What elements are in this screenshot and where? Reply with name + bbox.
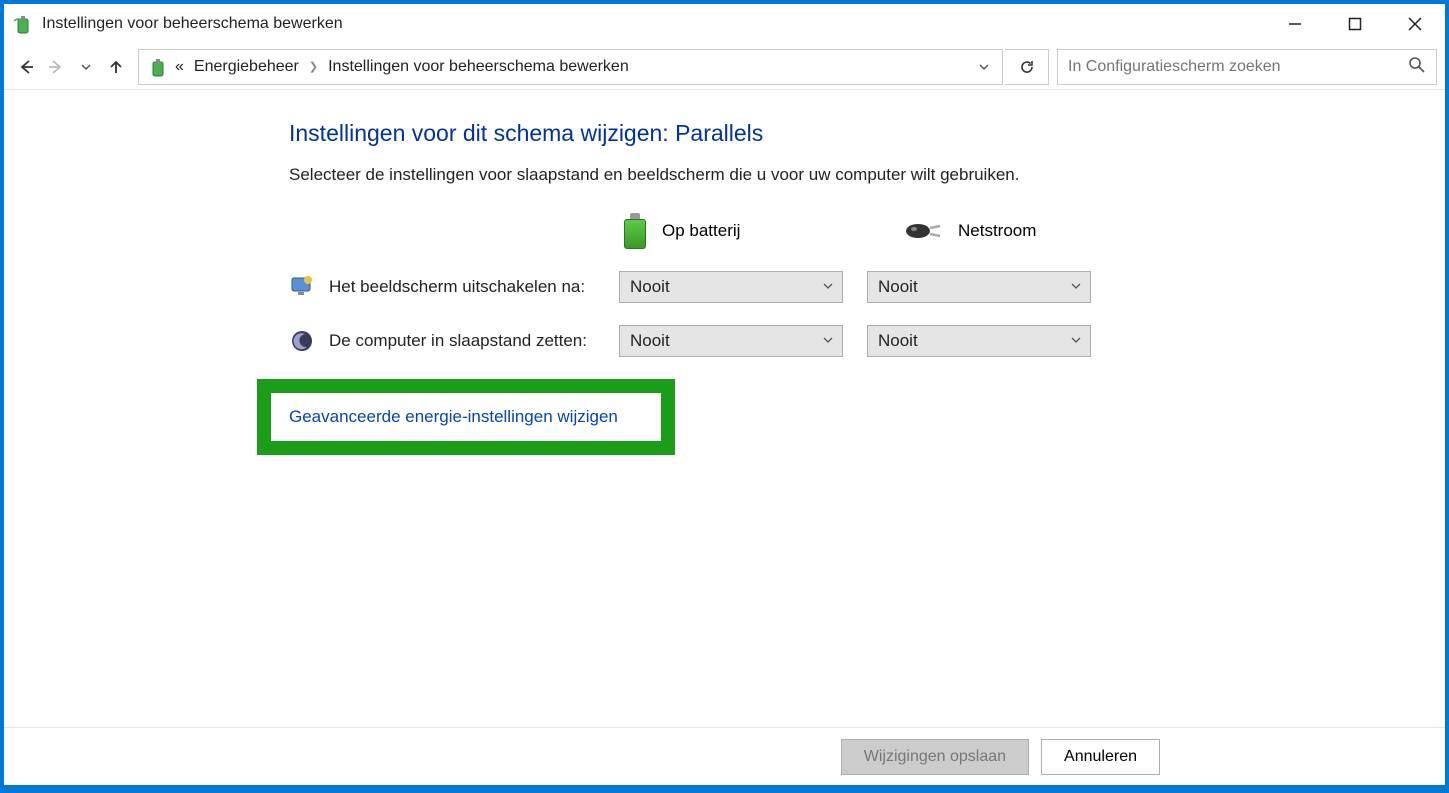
save-button[interactable]: Wijzigingen opslaan [841, 739, 1029, 775]
breadcrumb-prefix[interactable]: « [175, 58, 184, 76]
breadcrumb-path: « Energiebeheer ❯ Instellingen voor behe… [175, 58, 629, 76]
display-off-row: Het beeldscherm uitschakelen na: Nooit N… [289, 271, 1445, 303]
dropdown-value: Nooit [878, 277, 918, 297]
display-off-ac-dropdown[interactable]: Nooit [867, 271, 1091, 303]
search-box[interactable] [1057, 49, 1437, 85]
dropdown-value: Nooit [630, 331, 670, 351]
display-off-battery-dropdown[interactable]: Nooit [619, 271, 843, 303]
refresh-button[interactable] [1005, 49, 1049, 85]
cancel-button[interactable]: Annuleren [1041, 739, 1160, 775]
window-frame: Instellingen voor beheerschema bewerken [4, 4, 1445, 785]
breadcrumb-dropdown-button[interactable] [970, 61, 998, 73]
sleep-ac-dropdown[interactable]: Nooit [867, 325, 1091, 357]
dropdown-value: Nooit [630, 277, 670, 297]
forward-button[interactable] [42, 52, 70, 82]
plug-icon [904, 220, 944, 242]
close-button[interactable] [1385, 4, 1445, 44]
breadcrumb-icon [147, 56, 169, 78]
page-subtitle: Selecteer de instellingen voor slaapstan… [289, 165, 1445, 185]
display-off-label: Het beeldscherm uitschakelen na: [329, 277, 619, 297]
dropdown-value: Nooit [878, 331, 918, 351]
up-button[interactable] [102, 52, 130, 82]
search-icon[interactable] [1408, 56, 1426, 78]
chevron-down-icon [822, 331, 834, 351]
advanced-settings-link[interactable]: Geavanceerde energie-instellingen wijzig… [289, 407, 618, 426]
title-bar: Instellingen voor beheerschema bewerken [4, 4, 1445, 44]
sleep-row: De computer in slaapstand zetten: Nooit … [289, 325, 1445, 357]
ac-column-header: Netstroom [904, 213, 1036, 249]
content-area: Instellingen voor dit schema wijzigen: P… [4, 90, 1445, 727]
footer-bar: Wijzigingen opslaan Annuleren [4, 727, 1445, 785]
battery-column-header: Op batterij [624, 213, 854, 249]
advanced-link-container: Geavanceerde energie-instellingen wijzig… [271, 393, 661, 441]
columns-header: Op batterij Netstroom [624, 213, 1445, 249]
recent-dropdown-button[interactable] [72, 52, 100, 82]
minimize-button[interactable] [1265, 4, 1325, 44]
navigation-bar: « Energiebeheer ❯ Instellingen voor behe… [4, 44, 1445, 90]
advanced-highlight-box: Geavanceerde energie-instellingen wijzig… [257, 379, 675, 455]
battery-column-label: Op batterij [662, 221, 740, 241]
breadcrumb[interactable]: « Energiebeheer ❯ Instellingen voor behe… [138, 49, 1003, 85]
back-button[interactable] [12, 52, 40, 82]
moon-icon [289, 328, 315, 354]
window-controls [1265, 4, 1445, 44]
app-icon [12, 13, 34, 35]
chevron-right-icon: ❯ [309, 60, 318, 73]
monitor-icon [289, 274, 315, 300]
chevron-down-icon [1070, 331, 1082, 351]
ac-column-label: Netstroom [958, 221, 1036, 241]
breadcrumb-item[interactable]: Instellingen voor beheerschema bewerken [328, 58, 629, 76]
chevron-down-icon [822, 277, 834, 297]
chevron-down-icon [1070, 277, 1082, 297]
search-input[interactable] [1068, 58, 1408, 76]
window-title: Instellingen voor beheerschema bewerken [42, 15, 1265, 33]
maximize-button[interactable] [1325, 4, 1385, 44]
page-title: Instellingen voor dit schema wijzigen: P… [289, 120, 1445, 147]
battery-icon [624, 213, 648, 249]
breadcrumb-item[interactable]: Energiebeheer [194, 58, 299, 76]
sleep-label: De computer in slaapstand zetten: [329, 331, 619, 351]
sleep-battery-dropdown[interactable]: Nooit [619, 325, 843, 357]
